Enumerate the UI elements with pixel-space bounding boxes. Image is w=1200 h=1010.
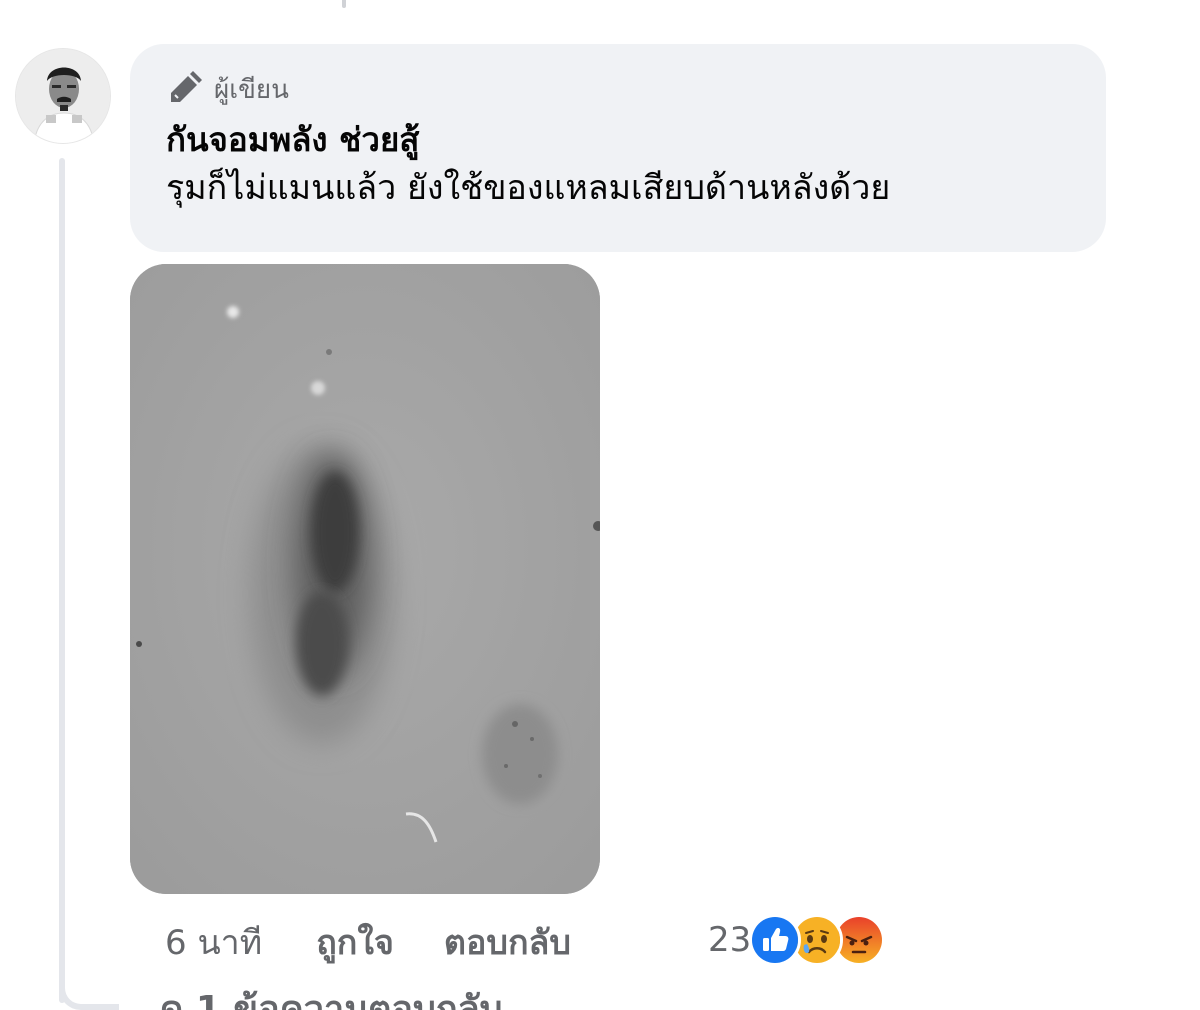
reaction-summary[interactable]: 23 — [708, 910, 886, 970]
comment-thread: ผู้เขียน กันจอมพลัง ช่วยสู้ รุมก็ไม่แมนแ… — [0, 0, 1200, 1010]
like-icon — [749, 914, 802, 966]
comment-text: รุมก็ไม่แมนแล้ว ยังใช้ของแหลมเสียบด้านหล… — [166, 168, 891, 208]
reply-thread-line — [59, 158, 65, 1003]
attached-photo — [130, 264, 600, 894]
pen-icon — [171, 71, 202, 102]
avatar[interactable] — [15, 48, 111, 144]
reaction-count: 23 — [708, 920, 752, 960]
author-badge-label: ผู้เขียน — [214, 74, 289, 105]
author-badge: ผู้เขียน — [166, 70, 1070, 108]
avatar-image — [16, 49, 110, 143]
reply-thread-connector — [59, 970, 119, 1010]
like-button[interactable]: ถูกใจ — [316, 915, 394, 969]
comment-timestamp[interactable]: 6 นาที — [165, 915, 262, 969]
previous-item-edge — [342, 0, 346, 8]
reply-button[interactable]: ตอบกลับ — [444, 915, 571, 969]
photo-attachment[interactable] — [130, 264, 600, 894]
comment-actions: 6 นาที ถูกใจ ตอบกลับ — [165, 914, 571, 970]
view-replies-link[interactable]: ดู 1 ข้อความตอบกลับ — [160, 988, 503, 1010]
author-name[interactable]: กันจอมพลัง ช่วยสู้ — [166, 120, 1070, 160]
comment-bubble: ผู้เขียน กันจอมพลัง ช่วยสู้ รุมก็ไม่แมนแ… — [130, 44, 1106, 252]
